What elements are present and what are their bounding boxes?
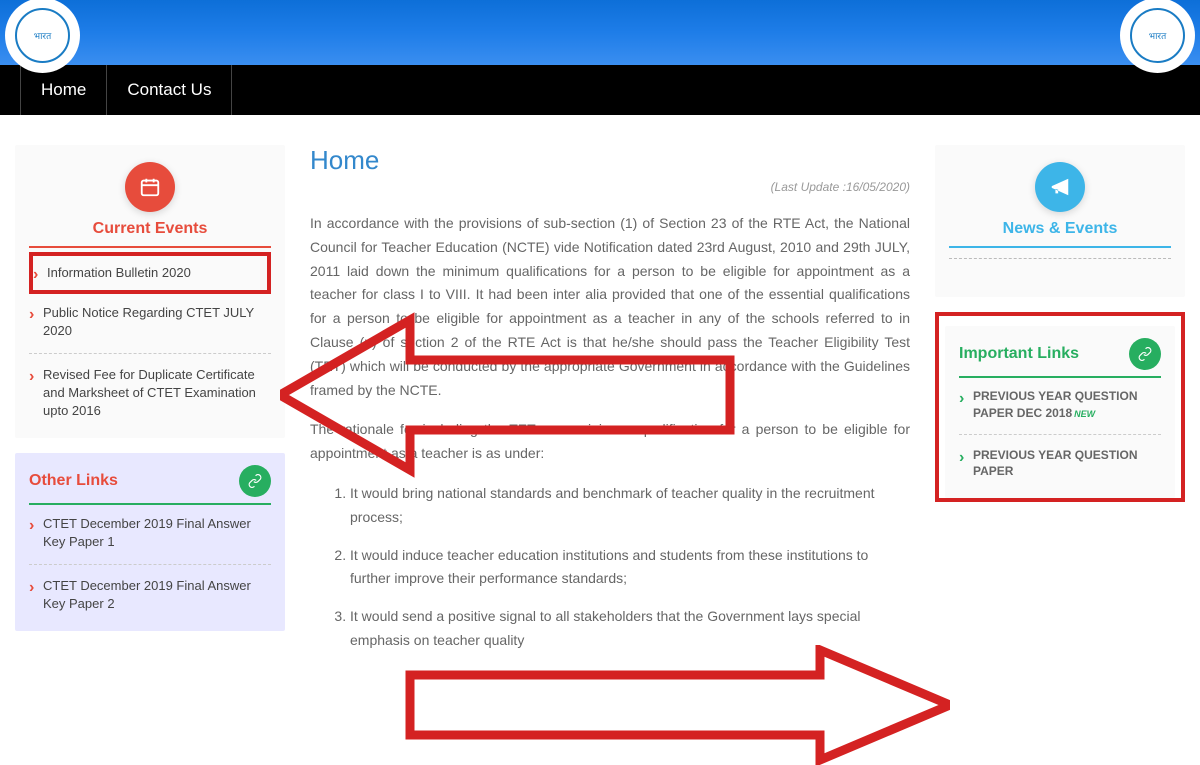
separator [959, 434, 1161, 435]
sidebar-right: News & Events Important Links PREVIOUS Y… [935, 145, 1185, 667]
sidebar-left: Current Events Information Bulletin 2020… [15, 145, 285, 667]
link-ctet-dec-2019-paper2[interactable]: CTET December 2019 Final Answer Key Pape… [29, 567, 271, 623]
other-links-title: Other Links [29, 472, 118, 490]
link-information-bulletin-2020[interactable]: Information Bulletin 2020 [33, 262, 267, 284]
intro-paragraph-1: In accordance with the provisions of sub… [310, 212, 910, 402]
megaphone-icon [1035, 162, 1085, 212]
separator [29, 353, 271, 354]
news-events-title: News & Events [949, 220, 1171, 248]
page-title: Home [310, 145, 910, 176]
last-update-text: (Last Update :16/05/2020) [310, 180, 910, 194]
separator [29, 564, 271, 565]
link-revised-fee-duplicate[interactable]: Revised Fee for Duplicate Certificate an… [29, 356, 271, 431]
link-icon [1129, 338, 1161, 370]
highlight-info-bulletin: Information Bulletin 2020 [29, 252, 271, 294]
link-public-notice-ctet-july-2020[interactable]: Public Notice Regarding CTET JULY 2020 [29, 294, 271, 350]
new-badge: NEW [1074, 409, 1095, 419]
link-icon [239, 465, 271, 497]
list-item: It would bring national standards and be… [350, 482, 910, 530]
separator [949, 258, 1171, 259]
main-navbar: Home Contact Us [0, 65, 1200, 115]
link-prev-year-paper[interactable]: PREVIOUS YEAR QUESTION PAPER [959, 437, 1161, 491]
nav-home[interactable]: Home [20, 65, 107, 115]
news-events-widget: News & Events [935, 145, 1185, 297]
current-events-title: Current Events [29, 220, 271, 248]
current-events-widget: Current Events Information Bulletin 2020… [15, 145, 285, 438]
logo-left: भारत [5, 0, 80, 73]
calendar-icon [125, 162, 175, 212]
nav-contact-us[interactable]: Contact Us [107, 65, 232, 115]
link-ctet-dec-2019-paper1[interactable]: CTET December 2019 Final Answer Key Pape… [29, 505, 271, 561]
list-item: It would induce teacher education instit… [350, 544, 910, 592]
rationale-list: It would bring national standards and be… [310, 482, 910, 653]
list-item: It would send a positive signal to all s… [350, 605, 910, 653]
main-content: Home (Last Update :16/05/2020) In accord… [310, 145, 910, 667]
intro-paragraph-2: The rationale for including the TET as a… [310, 418, 910, 466]
page-container: Current Events Information Bulletin 2020… [0, 115, 1200, 667]
header-banner: भारत भारत [0, 0, 1200, 65]
important-links-title: Important Links [959, 345, 1079, 363]
important-links-widget: Important Links PREVIOUS YEAR QUESTION P… [945, 326, 1175, 498]
other-links-widget: Other Links CTET December 2019 Final Ans… [15, 453, 285, 631]
logo-emblem-icon: भारत [15, 8, 70, 63]
logo-right: भारत [1120, 0, 1195, 73]
link-prev-year-paper-dec-2018[interactable]: PREVIOUS YEAR QUESTION PAPER DEC 2018NEW [959, 378, 1161, 432]
highlight-important-links: Important Links PREVIOUS YEAR QUESTION P… [935, 312, 1185, 502]
logo-emblem-icon: भारत [1130, 8, 1185, 63]
